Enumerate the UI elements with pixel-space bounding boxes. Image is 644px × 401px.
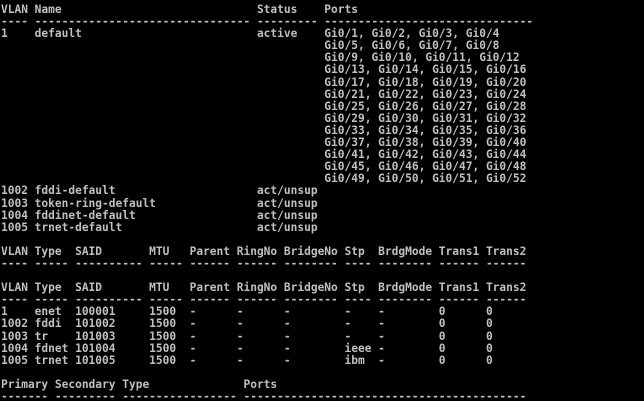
terminal-line: 1003 token-ring-default act/unsup [1, 196, 318, 210]
terminal-line: ---- ----- ---------- ----- ------ -----… [1, 256, 527, 270]
terminal-line: 1005 trnet 101005 1500 - - - ibm - 0 0 [1, 353, 493, 367]
terminal-line: 1002 fddi-default act/unsup [1, 184, 318, 198]
terminal-window[interactable]: VLAN Name Status Ports ---- -------------… [0, 0, 644, 401]
terminal-line: 1003 tr 101003 1500 - - - - - 0 0 [1, 329, 493, 343]
terminal-output: VLAN Name Status Ports ---- -------------… [1, 3, 644, 401]
terminal-line: Gi0/13, Gi0/14, Gi0/15, Gi0/16 [1, 63, 527, 77]
terminal-line: Gi0/21, Gi0/22, Gi0/23, Gi0/24 [1, 87, 527, 101]
terminal-line: 1002 fddi 101002 1500 - - - - - 0 0 [1, 317, 493, 331]
terminal-line: 1005 trnet-default act/unsup [1, 220, 318, 234]
terminal-line: ------- --------- ----------------- ----… [1, 390, 527, 401]
terminal-line: 1004 fdnet 101004 1500 - - - ieee - 0 0 [1, 341, 493, 355]
terminal-line: 1004 fddinet-default act/unsup [1, 208, 318, 222]
terminal-line: Gi0/17, Gi0/18, Gi0/19, Gi0/20 [1, 75, 527, 89]
